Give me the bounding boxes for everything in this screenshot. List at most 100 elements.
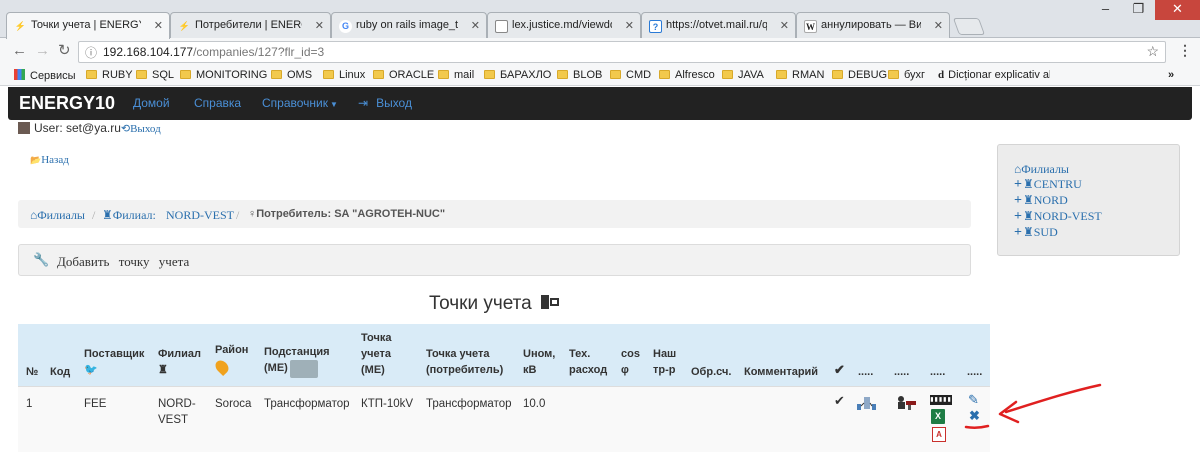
bookmark-star-icon[interactable]: ☆ (1146, 43, 1159, 60)
bookmark-folder[interactable]: Alfresco (659, 69, 715, 81)
energy10-favicon-icon: ⚡ (178, 21, 191, 31)
breadcrumb-separator: / (92, 208, 96, 222)
tab-title: lex.justice.md/viewdoc.p (512, 19, 612, 31)
sidebar-item-sud[interactable]: +♜SUD (1014, 225, 1058, 241)
nav-home-link[interactable]: Домой (133, 96, 170, 110)
minimize-icon[interactable]: – (1089, 0, 1122, 20)
maximize-icon[interactable]: ❐ (1122, 0, 1155, 20)
close-tab-icon[interactable]: ✕ (780, 19, 789, 32)
add-metering-point-link[interactable]: Добавить точку учета (57, 254, 189, 270)
close-tab-icon[interactable]: ✕ (154, 19, 163, 32)
bookmark-label: OMS (287, 69, 313, 81)
browser-tab-strip: ⚡ Точки учета | ENERGY10 ✕ ⚡ Потребители… (0, 0, 1200, 39)
excel-export-icon[interactable]: X (931, 409, 945, 424)
nav-logout-link[interactable]: ⇥ Выход (358, 96, 412, 110)
sidebar-root-branches[interactable]: ⌂Филиалы (1014, 162, 1069, 177)
col-supplier: Поставщик 🐦 (84, 346, 144, 378)
folder-icon (659, 70, 670, 79)
info-icon[interactable]: ⓘ (85, 44, 97, 61)
browser-tab[interactable]: G ruby on rails image_tag ✕ (331, 12, 487, 39)
sidebar-item-nord[interactable]: +♜NORD (1014, 193, 1068, 209)
browser-tab-active[interactable]: ⚡ Точки учета | ENERGY10 ✕ (6, 12, 170, 39)
close-window-icon[interactable]: ✕ (1155, 0, 1200, 20)
browser-tab[interactable]: W аннулировать — Викис ✕ (796, 12, 950, 39)
back-arrow-icon[interactable]: ← (12, 43, 27, 59)
nav-reference-dropdown[interactable]: Справочник ▼ (262, 96, 338, 110)
col-district-label: Район (215, 344, 249, 356)
bookmark-dictionary[interactable]: d Dicționar explicativ al (938, 69, 1050, 81)
bookmark-folder[interactable]: DEBUG (832, 69, 887, 81)
breadcrumb-consumer: ♀Потребитель: SA "AGROTEH-NUC" (248, 208, 445, 220)
pdf-export-icon[interactable]: A (932, 427, 946, 442)
back-link[interactable]: 📂Назад (30, 154, 69, 166)
tab-title: ruby on rails image_tag (356, 19, 458, 31)
bookmark-folder[interactable]: CMD (610, 69, 651, 81)
bookmark-folder[interactable]: ORACLE (373, 69, 434, 81)
bookmark-folder[interactable]: Linux (323, 69, 365, 81)
breadcrumb-branch-name[interactable]: NORD-VEST (166, 208, 234, 223)
close-tab-icon[interactable]: ✕ (471, 19, 480, 32)
folder-icon (832, 70, 843, 79)
browser-tab[interactable]: lex.justice.md/viewdoc.p ✕ (487, 12, 641, 39)
forward-arrow-icon[interactable]: → (35, 43, 50, 59)
worker-icon[interactable] (894, 395, 920, 411)
bookmark-apps[interactable]: Сервисы (14, 69, 76, 82)
cell-point-me: КТП-10kV (361, 398, 414, 410)
plus-icon: + (1014, 225, 1022, 240)
avatar (18, 122, 30, 134)
breadcrumb-branches-label: Филиалы (37, 208, 85, 222)
meter-counter-icon[interactable]: ▮▮▮▮▮ (930, 395, 952, 405)
col-reverse: Обр.сч. (691, 366, 732, 378)
add-metering-point-bar: 🔧 Добавить точку учета (18, 244, 971, 276)
col-action: ..... (894, 366, 910, 378)
address-bar[interactable]: ⓘ 192.168.104.177/companies/127?flr_id=3… (78, 41, 1166, 63)
sidebar-item-nord-vest[interactable]: +♜NORD-VEST (1014, 209, 1102, 225)
folder-icon (722, 70, 733, 79)
user-logout-link[interactable]: ⟲Выход (121, 123, 161, 135)
close-tab-icon[interactable]: ✕ (934, 19, 943, 32)
bookmark-label: MONITORING (196, 69, 268, 81)
folder-icon (484, 70, 495, 79)
col-action: ..... (858, 366, 874, 378)
page-title-text: Точки учета (428, 293, 532, 314)
new-tab-button[interactable] (952, 18, 986, 35)
bookmark-folder[interactable]: BLOB (557, 69, 602, 81)
bookmark-folder[interactable]: OMS (271, 69, 312, 81)
breadcrumb-branch-label: Филиал: (112, 208, 156, 222)
bookmark-folder[interactable]: SQL (136, 69, 174, 81)
bookmark-folder[interactable]: RUBY (86, 69, 133, 81)
folder-icon (180, 70, 191, 79)
reload-icon[interactable]: ↻ (58, 43, 71, 59)
bookmark-folder[interactable]: MONITORING (180, 69, 267, 81)
nav-reference-label: Справочник (262, 96, 328, 110)
apps-grid-icon (14, 69, 25, 80)
folder-icon (323, 70, 334, 79)
user-logout-label: Выход (130, 123, 161, 135)
bookmark-folder[interactable]: JAVA (722, 69, 764, 81)
folder-icon (557, 70, 568, 79)
close-tab-icon[interactable]: ✕ (625, 19, 634, 32)
cell-district: Soroca (215, 398, 252, 410)
bookmark-label: DEBUG (848, 69, 888, 81)
close-tab-icon[interactable]: ✕ (315, 19, 324, 32)
bookmark-folder[interactable]: mail (438, 69, 474, 81)
bookmark-folder[interactable]: RMAN (776, 69, 824, 81)
folder-icon (888, 70, 899, 79)
brand-logo[interactable]: ENERGY10 (19, 93, 115, 114)
bookmarks-bar: Сервисы RUBY SQL MONITORING OMS Linux OR… (0, 66, 1200, 86)
col-district: Район (212, 342, 249, 381)
browser-menu-icon[interactable]: ⋮ (1178, 42, 1192, 59)
transformer-icon[interactable] (856, 395, 878, 411)
more-bookmarks-icon[interactable]: » (1168, 69, 1174, 81)
breadcrumb-branch[interactable]: ♜Филиал: (102, 208, 156, 223)
bookmark-folder[interactable]: бухг (888, 69, 925, 81)
browser-tab[interactable]: ⚡ Потребители | ENERGY1 ✕ (170, 12, 331, 39)
browser-tab[interactable]: ? https://otvet.mail.ru/que ✕ (641, 12, 796, 39)
nav-help-link[interactable]: Справка (194, 96, 241, 110)
bookmark-folder[interactable]: БАРАХЛО (484, 69, 551, 81)
breadcrumb-branches[interactable]: ⌂Филиалы (30, 208, 85, 223)
sidebar-item-centru[interactable]: +♜CENTRU (1014, 177, 1082, 193)
nav-logout-label: Выход (376, 96, 412, 110)
tab-title: https://otvet.mail.ru/que (666, 19, 767, 31)
col-supplier-label: Поставщик (84, 348, 145, 360)
